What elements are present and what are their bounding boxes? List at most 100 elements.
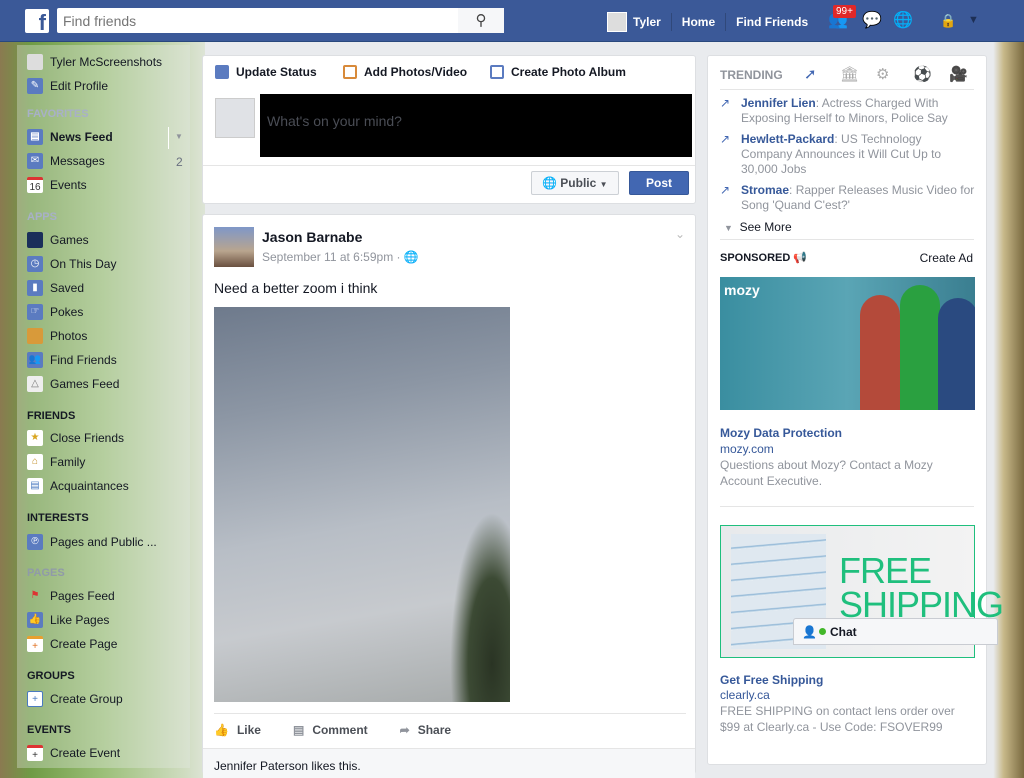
label: Edit Profile [50, 79, 109, 93]
science-icon[interactable]: ⚙ [876, 65, 889, 83]
photo-icon [343, 65, 357, 79]
sidebar-item-like-pages[interactable]: 👍 Like Pages [27, 611, 109, 629]
friends-header: FRIENDS [27, 410, 76, 422]
pages-header: PAGES [27, 567, 65, 579]
sidebar-item-pokes[interactable]: ☞ Pokes [27, 303, 83, 321]
photos-icon [27, 328, 43, 344]
chat-bar[interactable]: 👤 Chat [793, 618, 998, 645]
see-more-link[interactable]: ▼ See More [724, 220, 792, 234]
sidebar-item-news-feed[interactable]: ▤ News Feed [27, 128, 113, 146]
ad-description: Questions about Mozy? Contact a Mozy Acc… [720, 458, 933, 488]
sidebar-item-messages[interactable]: ✉ Messages [27, 152, 105, 170]
ad-image-mozy[interactable]: mozy [720, 277, 975, 410]
sidebar-item-pages-public[interactable]: ℗ Pages and Public ... [27, 533, 157, 551]
comment-button[interactable]: ▤ Comment [293, 723, 368, 737]
ad-title[interactable]: Get Free Shipping [720, 672, 823, 688]
trending-header: TRENDING [720, 68, 783, 82]
sidebar-item-acquaintances[interactable]: ▤ Acquaintances [27, 477, 129, 495]
news-feed-icon: ▤ [27, 129, 43, 145]
avatar[interactable] [607, 12, 627, 32]
sidebar-item-on-this-day[interactable]: ◷ On This Day [27, 255, 116, 273]
ad-url[interactable]: clearly.ca [720, 687, 770, 703]
tab-add-photos[interactable]: Add Photos/Video [343, 65, 467, 79]
sidebar-item-photos[interactable]: Photos [27, 327, 87, 345]
label: Like [236, 723, 261, 737]
avatar [215, 98, 255, 138]
facebook-logo-icon[interactable]: f [25, 9, 49, 35]
author-avatar[interactable] [214, 227, 254, 267]
chevron-down-icon[interactable]: ⌄ [675, 227, 685, 241]
globe-icon[interactable]: 🌐 [893, 10, 913, 30]
tab-update-status[interactable]: Update Status [215, 65, 317, 79]
label: Saved [50, 281, 85, 295]
label: Events [50, 178, 87, 192]
trending-item[interactable]: ↗ Stromae: Rapper Releases Music Video fo… [720, 183, 975, 213]
home-link[interactable]: Home [682, 15, 715, 29]
sidebar-item-close-friends[interactable]: ★ Close Friends [27, 429, 124, 447]
status-input[interactable]: What's on your mind? [260, 94, 692, 157]
ad-title[interactable]: Mozy Data Protection [720, 425, 842, 441]
thumbs-up-icon: 👍 [27, 612, 43, 628]
sidebar-item-create-group[interactable]: + Create Group [27, 690, 123, 708]
author-name[interactable]: Jason Barnabe [262, 229, 362, 245]
games-icon [27, 232, 43, 248]
ad-url[interactable]: mozy.com [720, 441, 774, 457]
sidebar-item-games-feed[interactable]: △ Games Feed [27, 375, 119, 393]
post-photo[interactable] [214, 307, 510, 702]
label: Update Status [236, 65, 317, 79]
plus-icon: + [27, 636, 43, 652]
share-button[interactable]: ➦ Share [400, 723, 451, 737]
list-icon: ▤ [27, 478, 43, 494]
sidebar-item-events[interactable]: 16 Events [27, 176, 87, 194]
label: Share [417, 723, 452, 737]
sidebar-item-create-event[interactable]: + Create Event [27, 744, 120, 762]
like-button[interactable]: 👍 Like [214, 723, 261, 737]
mozy-logo: mozy [724, 282, 760, 298]
privacy-shortcuts-icon[interactable]: 🔒 [940, 13, 956, 29]
label: Create Group [50, 692, 123, 706]
sidebar-item-family[interactable]: ⌂ Family [27, 453, 85, 471]
search-icon[interactable]: ⚲ [458, 8, 504, 33]
house-icon: ⌂ [27, 454, 43, 470]
avatar [27, 54, 43, 70]
search-input[interactable] [57, 8, 458, 33]
sidebar-profile[interactable]: Tyler McScreenshots [27, 53, 162, 71]
chevron-down-icon[interactable]: ▼ [968, 14, 979, 26]
entertainment-icon[interactable]: 🎥 [949, 65, 968, 83]
thumbs-up-icon: 👍 [214, 723, 229, 737]
sidebar-item-pages-feed[interactable]: ⚑ Pages Feed [27, 587, 115, 605]
sidebar-item-find-friends[interactable]: 👥 Find Friends [27, 351, 117, 369]
topic: Hewlett-Packard [741, 132, 835, 146]
label: Like Pages [50, 613, 110, 627]
likes-summary[interactable]: Jennifer Paterson likes this. [203, 748, 695, 778]
events-header: EVENTS [27, 724, 72, 736]
globe-icon: 🌐 [403, 250, 419, 264]
find-friends-link[interactable]: Find Friends [736, 15, 808, 29]
post-timestamp[interactable]: September 11 at 6:59pm · 🌐 [262, 250, 419, 264]
label: Acquaintances [50, 479, 129, 493]
label: Comment [312, 723, 368, 737]
label: Create Photo Album [511, 65, 626, 79]
sidebar-item-create-page[interactable]: + Create Page [27, 635, 117, 653]
sidebar-item-games[interactable]: Games [27, 231, 89, 249]
sports-icon[interactable]: ⚽ [913, 65, 932, 83]
pencil-icon [215, 65, 229, 79]
sidebar-edit-profile[interactable]: ✎ Edit Profile [27, 77, 108, 95]
post-button[interactable]: Post [629, 171, 689, 195]
trending-item[interactable]: ↗ Jennifer Lien: Actress Charged With Exp… [720, 96, 975, 126]
share-icon: ➦ [399, 723, 410, 737]
politics-icon[interactable]: 🏛 [840, 65, 859, 83]
sidebar-item-saved[interactable]: ▮ Saved [27, 279, 84, 297]
profile-name: Tyler McScreenshots [50, 55, 163, 69]
messages-icon[interactable]: 💬 [862, 10, 882, 30]
profile-link[interactable]: Tyler [633, 15, 661, 29]
trending-item[interactable]: ↗ Hewlett-Packard: US Technology Company … [720, 132, 975, 177]
bookmark-icon: ▮ [27, 280, 43, 296]
chevron-down-icon[interactable]: ▼ [175, 132, 183, 141]
label: Find Friends [50, 353, 117, 367]
trending-top-icon[interactable]: ➚ [804, 65, 817, 83]
privacy-selector[interactable]: 🌐 Public ▼ [531, 171, 619, 195]
label: Close Friends [50, 431, 125, 445]
tab-create-album[interactable]: Create Photo Album [490, 65, 626, 79]
create-ad-link[interactable]: Create Ad [920, 251, 973, 265]
